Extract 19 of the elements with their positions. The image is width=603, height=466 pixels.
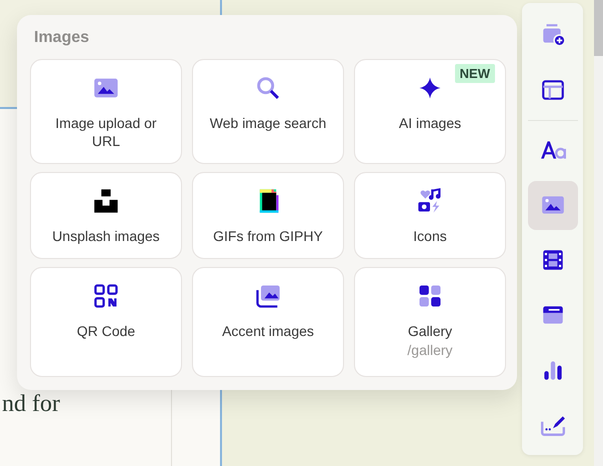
scrollbar-thumb[interactable] (594, 0, 603, 56)
search-icon (254, 74, 282, 102)
image-option-card[interactable]: GIFs from GIPHY (192, 172, 344, 259)
image-option-card[interactable]: Web image search (192, 59, 344, 164)
image-option-card[interactable]: NEW AI images (354, 59, 506, 164)
document-text: nd for (2, 391, 60, 418)
image-option-card[interactable]: Accent images (192, 267, 344, 377)
command-hint: /gallery (407, 341, 453, 360)
toolbar-button[interactable] (528, 180, 578, 230)
image-option-card[interactable]: QR Code (30, 267, 182, 377)
new-badge: NEW (454, 64, 495, 83)
image-option-card[interactable]: Image upload or URL (30, 59, 182, 164)
image-option-card[interactable]: Gallery /gallery (354, 267, 506, 377)
unsplash-logo-icon (92, 187, 120, 215)
panel-title: Images (34, 29, 90, 47)
scrollbar[interactable] (594, 0, 603, 466)
qr-code-icon (92, 282, 120, 310)
image-option-card[interactable]: Icons (354, 172, 506, 259)
image-option-card[interactable]: Unsplash images (30, 172, 182, 259)
